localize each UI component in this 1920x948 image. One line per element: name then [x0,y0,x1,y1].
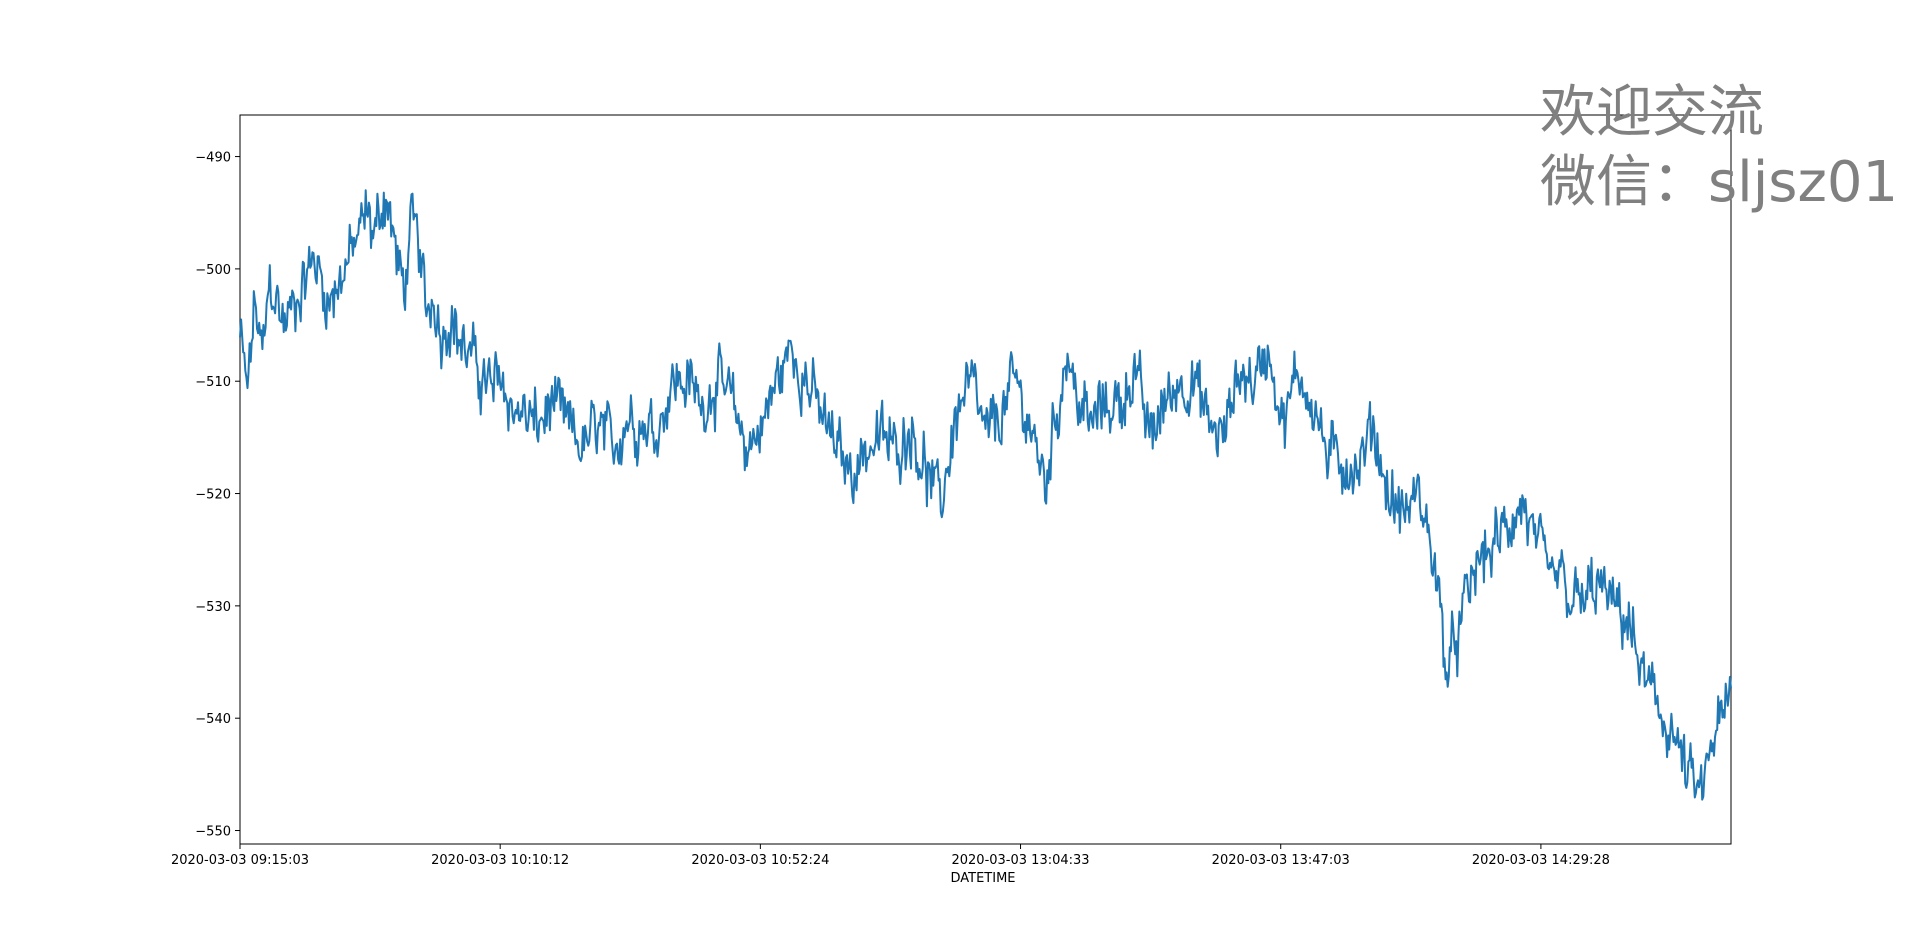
y-tick-label: −540 [195,712,231,727]
x-tick-label: 2020-03-03 13:47:03 [1212,853,1350,868]
plot-area [239,114,1732,845]
series-line [239,189,1732,801]
x-tick-label: 2020-03-03 13:04:33 [951,853,1089,868]
x-tick-label: 2020-03-03 10:52:24 [691,853,829,868]
x-axis-title: DATETIME [950,871,1015,886]
watermark-line-1: 欢迎交流 [1540,80,1764,145]
x-tick-label: 2020-03-03 14:29:28 [1472,853,1610,868]
y-tick-label: −490 [195,151,231,166]
watermark: 欢迎交流 微信：sljsz01 [1540,78,1898,218]
y-tick-label: −530 [195,600,231,615]
x-tick-label: 2020-03-03 10:10:12 [431,853,569,868]
plot-frame [239,114,1732,845]
y-tick-label: −550 [195,825,231,840]
watermark-line-2: 微信：sljsz01 [1540,150,1899,215]
y-tick-label: −520 [195,488,231,503]
x-tick-label: 2020-03-03 09:15:03 [171,853,309,868]
y-tick-label: −500 [195,263,231,278]
y-tick-label: −510 [195,375,231,390]
series-layer [239,189,1732,801]
